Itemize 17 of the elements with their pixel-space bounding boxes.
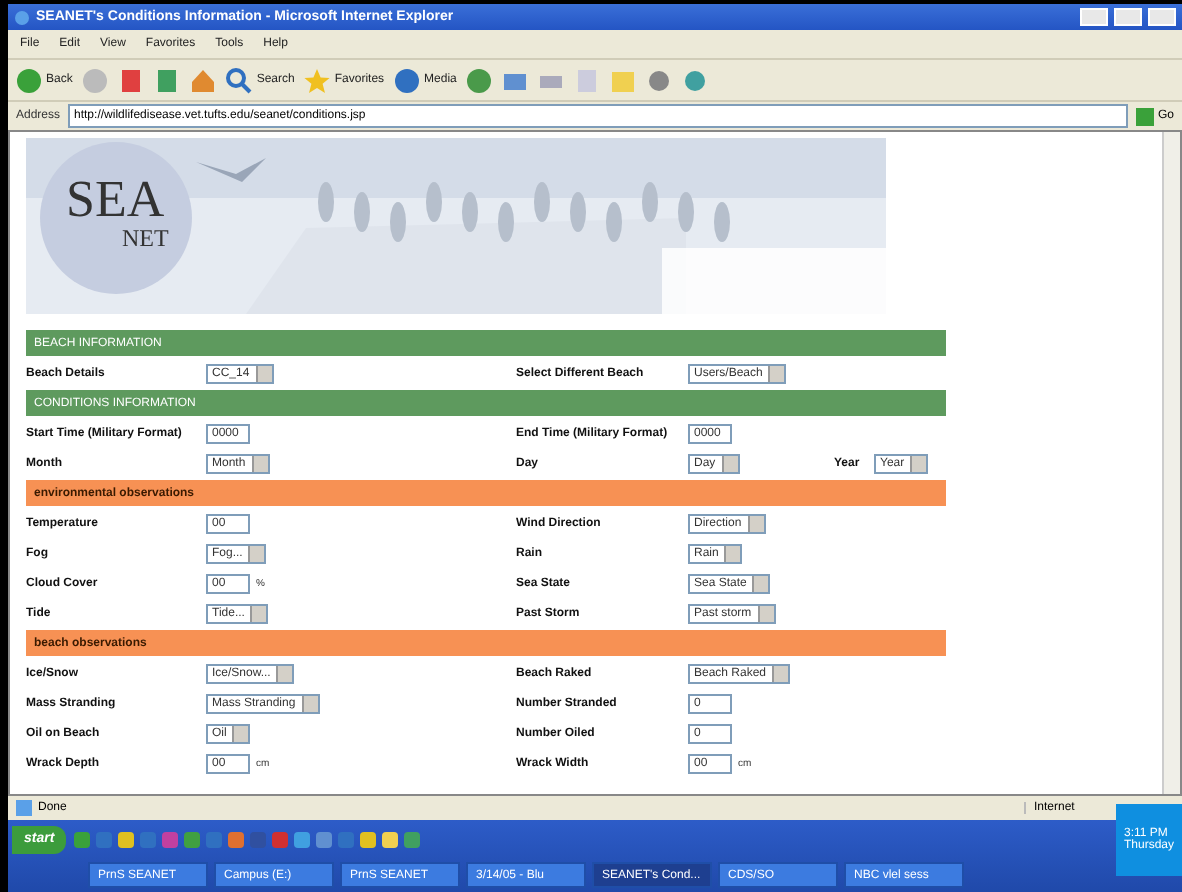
page-icon: [16, 800, 32, 816]
back-icon: [16, 67, 42, 93]
browser-icon: [14, 9, 30, 25]
logo-text: SEA: [66, 174, 167, 226]
search-icon: [226, 67, 253, 93]
scrollbar[interactable]: [1162, 132, 1180, 794]
maximize-button[interactable]: [1114, 8, 1142, 26]
minimize-button[interactable]: [1080, 8, 1108, 26]
globe-icon: [394, 67, 421, 93]
document-icon[interactable]: [574, 67, 601, 93]
star-icon: [304, 67, 331, 93]
folder-icon[interactable]: [610, 67, 637, 93]
close-button[interactable]: [1148, 8, 1176, 26]
stop-icon[interactable]: [118, 67, 145, 93]
home-icon[interactable]: [190, 67, 217, 93]
logo-text: NET: [122, 226, 169, 250]
forward-icon[interactable]: [82, 67, 109, 93]
